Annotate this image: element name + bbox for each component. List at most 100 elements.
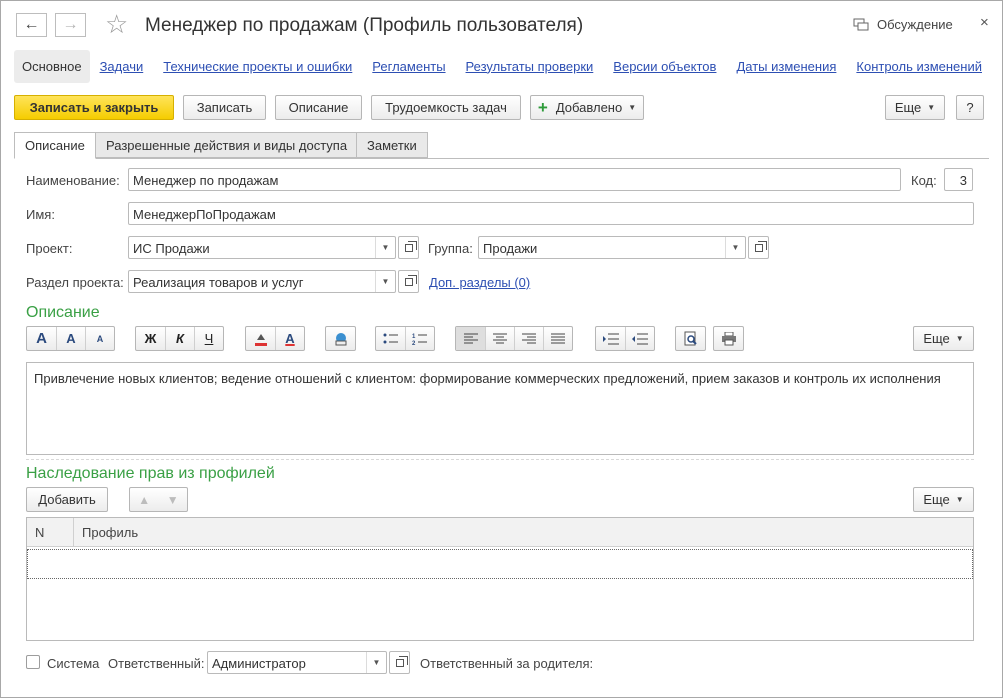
inheritance-more-button[interactable]: Еще ▼ — [913, 487, 974, 512]
form-nav-panel: Основное Задачи Технические проекты и ош… — [14, 49, 982, 83]
background-color-icon[interactable] — [246, 327, 275, 350]
preview-group — [675, 326, 706, 351]
nav-link-check-results[interactable]: Результаты проверки — [466, 59, 594, 74]
description-text-area[interactable]: Привлечение новых клиентов; ведение отно… — [26, 362, 974, 455]
project-section-open-button[interactable] — [398, 270, 419, 293]
description-section-title: Описание — [26, 304, 100, 321]
favorite-star-icon[interactable]: ☆ — [105, 11, 128, 37]
svg-text:2: 2 — [412, 341, 416, 346]
tab-notes[interactable]: Заметки — [356, 132, 428, 158]
responsible-label: Ответственный: — [108, 656, 205, 671]
group-label: Группа: — [428, 241, 473, 256]
more-label: Еще — [894, 100, 922, 115]
chevron-down-icon: ▼ — [628, 103, 637, 112]
project-section-field[interactable]: Реализация товаров и услуг ▼ — [128, 270, 396, 293]
project-field[interactable]: ИС Продажи ▼ — [128, 236, 396, 259]
table-row[interactable] — [27, 549, 973, 579]
align-right-icon[interactable] — [514, 327, 543, 350]
parent-responsible-label: Ответственный за родителя: — [420, 656, 594, 671]
responsible-open-button[interactable] — [389, 651, 410, 674]
tab-permissions[interactable]: Разрешенные действия и виды доступа — [95, 132, 359, 158]
forward-button[interactable]: → — [55, 13, 86, 37]
project-open-button[interactable] — [398, 236, 419, 259]
underline-icon[interactable]: Ч — [194, 327, 223, 350]
text-color-icon[interactable]: A — [275, 327, 304, 350]
tab-description[interactable]: Описание — [14, 132, 96, 159]
profiles-table[interactable]: N Профиль — [26, 517, 974, 641]
column-header-n[interactable]: N — [35, 525, 44, 540]
page-title: Менеджер по продажам (Профиль пользовате… — [145, 15, 584, 36]
column-header-profile[interactable]: Профиль — [82, 525, 138, 540]
more-button[interactable]: Еще ▼ — [885, 95, 945, 120]
nav-link-change-dates[interactable]: Даты изменения — [736, 59, 836, 74]
font-decrease-icon[interactable]: A — [85, 327, 114, 350]
arrow-down-icon[interactable]: ▼ — [167, 493, 179, 507]
more-label: Еще — [923, 492, 950, 507]
save-and-close-button[interactable]: Записать и закрыть — [14, 95, 174, 120]
id-field[interactable]: МенеджерПоПродажам — [128, 202, 974, 225]
project-value: ИС Продажи — [133, 241, 210, 256]
nav-link-tasks[interactable]: Задачи — [100, 59, 144, 74]
inheritance-section-title: Наследование прав из профилей — [26, 465, 275, 482]
nav-link-tech-projects[interactable]: Технические проекты и ошибки — [163, 59, 352, 74]
nav-link-regulations[interactable]: Регламенты — [372, 59, 445, 74]
open-icon — [404, 274, 417, 286]
group-field[interactable]: Продажи ▼ — [478, 236, 746, 259]
system-checkbox[interactable] — [26, 655, 40, 669]
nav-link-change-control[interactable]: Контроль изменений — [856, 59, 982, 74]
chevron-down-icon[interactable]: ▼ — [375, 237, 395, 258]
help-button[interactable]: ? — [956, 95, 984, 120]
align-justify-icon[interactable] — [543, 327, 572, 350]
bulleted-list-icon[interactable] — [376, 327, 405, 350]
discussion-icon — [853, 18, 869, 30]
open-icon — [395, 655, 408, 667]
print-icon[interactable] — [714, 327, 743, 350]
move-buttons: ▲ ▼ — [129, 487, 188, 512]
description-button[interactable]: Описание — [275, 95, 362, 120]
back-button[interactable]: ← — [16, 13, 47, 37]
preview-icon[interactable] — [676, 327, 705, 350]
chevron-down-icon[interactable]: ▼ — [375, 271, 395, 292]
align-center-icon[interactable] — [485, 327, 514, 350]
nav-link-object-versions[interactable]: Версии объектов — [613, 59, 716, 74]
insert-image-icon[interactable] — [326, 327, 355, 350]
description-more-button[interactable]: Еще ▼ — [913, 326, 974, 351]
chevron-down-icon[interactable]: ▼ — [366, 652, 386, 673]
group-open-button[interactable] — [748, 236, 769, 259]
insert-image-group — [325, 326, 356, 351]
discussion-label: Обсуждение — [877, 17, 953, 32]
id-label: Имя: — [26, 207, 55, 222]
indent-decrease-icon[interactable] — [625, 327, 654, 350]
alignment-group — [455, 326, 573, 351]
chevron-down-icon[interactable]: ▼ — [725, 237, 745, 258]
extra-sections-link[interactable]: Доп. разделы (0) — [429, 275, 530, 290]
code-field[interactable]: 3 — [944, 168, 973, 191]
numbered-list-icon[interactable]: 12 — [405, 327, 434, 350]
responsible-field[interactable]: Администратор ▼ — [207, 651, 387, 674]
font-icon[interactable]: A — [27, 327, 56, 350]
indent-group — [595, 326, 655, 351]
indent-increase-icon[interactable] — [596, 327, 625, 350]
list-group: 12 — [375, 326, 435, 351]
group-value: Продажи — [483, 241, 538, 256]
name-field[interactable]: Менеджер по продажам — [128, 168, 901, 191]
arrow-right-icon: → — [62, 16, 79, 33]
more-label: Еще — [923, 331, 950, 346]
add-profile-button[interactable]: Добавить — [26, 487, 108, 512]
tab-divider — [14, 158, 989, 159]
italic-icon[interactable]: К — [165, 327, 194, 350]
nav-link-main[interactable]: Основное — [14, 49, 90, 83]
save-button[interactable]: Записать — [183, 95, 266, 120]
print-group — [713, 326, 744, 351]
font-increase-icon[interactable]: A — [56, 327, 85, 350]
align-left-icon[interactable] — [456, 327, 485, 350]
bold-icon[interactable]: Ж — [136, 327, 165, 350]
open-icon — [754, 240, 767, 252]
close-icon[interactable]: × — [980, 14, 989, 31]
open-icon — [404, 240, 417, 252]
discussion-button[interactable]: Обсуждение — [853, 17, 953, 32]
arrow-up-icon[interactable]: ▲ — [138, 493, 150, 507]
added-label: Добавлено — [555, 100, 623, 115]
added-dropdown-button[interactable]: + Добавлено ▼ — [530, 95, 644, 120]
labor-button[interactable]: Трудоемкость задач — [371, 95, 521, 120]
